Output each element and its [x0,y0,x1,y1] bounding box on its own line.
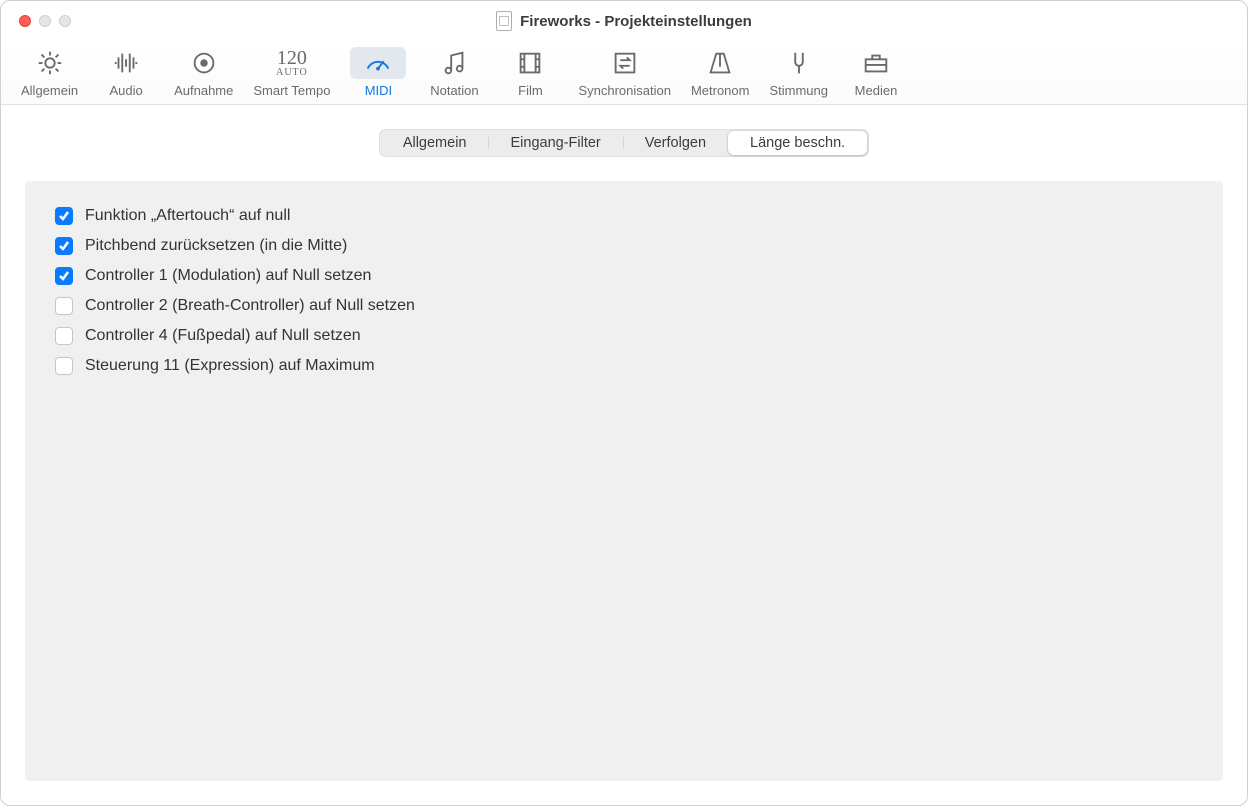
smart-tempo-bpm: 120 [276,48,308,68]
toolbar-label: Film [518,83,543,98]
subtab-clip[interactable]: Länge beschn. [728,131,867,155]
checkbox-ctrl4[interactable] [55,327,73,345]
toolbar-label: Stimmung [769,83,828,98]
gauge-icon [350,47,406,79]
subtab-chase[interactable]: Verfolgen [623,131,728,155]
window-title-text: Fireworks - Projekteinstellungen [520,13,752,30]
subtab-label: Allgemein [403,135,467,151]
checkbox-label: Steuerung 11 (Expression) auf Maximum [85,357,375,375]
toolbar-label: Smart Tempo [253,83,330,98]
waveform-icon [98,47,154,79]
close-button[interactable] [19,15,31,27]
record-icon [176,47,232,79]
minimize-button[interactable] [39,15,51,27]
toolbar-tempo[interactable]: 120AUTO Smart Tempo [253,47,330,98]
checkbox-pitchbend[interactable] [55,237,73,255]
traffic-lights [1,1,71,41]
checkbox-ctrl2[interactable] [55,297,73,315]
check-row-ctrl4: Controller 4 (Fußpedal) auf Null setzen [55,327,1193,345]
toolbar-media[interactable]: Medien [848,47,904,98]
checkbox-ctrl11[interactable] [55,357,73,375]
toolbar-label: Medien [855,83,898,98]
filmstrip-icon [502,47,558,79]
titlebar: Fireworks - Projekteinstellungen [1,1,1247,41]
toolbar: Allgemein Audio Aufnahme 120AUTO Smart Tempo… [1,41,1247,105]
toolbar-tuning[interactable]: Stimmung [769,47,828,98]
check-row-pitchbend: Pitchbend zurücksetzen (in die Mitte) [55,237,1193,255]
subtab-general[interactable]: Allgemein [381,131,489,155]
check-row-ctrl1: Controller 1 (Modulation) auf Null setze… [55,267,1193,285]
maximize-button[interactable] [59,15,71,27]
toolbar-metronome[interactable]: Metronom [691,47,750,98]
window: Fireworks - Projekteinstellungen Allgeme… [0,0,1248,806]
toolbar-label: Metronom [691,83,750,98]
toolbar-audio[interactable]: Audio [98,47,154,98]
toolbar-label: Allgemein [21,83,78,98]
sync-icon [597,47,653,79]
checkbox-label: Controller 2 (Breath-Controller) auf Nul… [85,297,415,315]
check-row-ctrl2: Controller 2 (Breath-Controller) auf Nul… [55,297,1193,315]
toolbar-record[interactable]: Aufnahme [174,47,233,98]
toolbar-midi[interactable]: MIDI [350,47,406,98]
subtab-label: Eingang-Filter [510,135,600,151]
tuning-fork-icon [771,47,827,79]
subtab-label: Verfolgen [645,135,706,151]
toolbar-label: Audio [109,83,142,98]
subtab-input[interactable]: Eingang-Filter [488,131,622,155]
checkbox-aftertouch[interactable] [55,207,73,225]
briefcase-icon [848,47,904,79]
checkbox-label: Pitchbend zurücksetzen (in die Mitte) [85,237,347,255]
toolbar-label: Notation [430,83,478,98]
toolbar-label: Synchronisation [578,83,671,98]
document-icon [496,11,512,31]
settings-panel: Funktion „Aftertouch“ auf null Pitchbend … [25,181,1223,781]
check-row-ctrl11: Steuerung 11 (Expression) auf Maximum [55,357,1193,375]
toolbar-notation[interactable]: Notation [426,47,482,98]
notes-icon [426,47,482,79]
toolbar-label: MIDI [365,83,392,98]
toolbar-sync[interactable]: Synchronisation [578,47,671,98]
window-title: Fireworks - Projekteinstellungen [496,11,752,31]
toolbar-label: Aufnahme [174,83,233,98]
checkbox-ctrl1[interactable] [55,267,73,285]
smart-tempo-icon: 120AUTO [264,47,320,79]
subtab-bar: Allgemein Eingang-Filter Verfolgen Länge be… [379,129,869,157]
toolbar-general[interactable]: Allgemein [21,47,78,98]
subtab-label: Länge beschn. [750,135,845,151]
metronome-icon [692,47,748,79]
check-row-aftertouch: Funktion „Aftertouch“ auf null [55,207,1193,225]
check-icon [58,270,70,282]
checkbox-label: Funktion „Aftertouch“ auf null [85,207,290,225]
checkbox-label: Controller 4 (Fußpedal) auf Null setzen [85,327,361,345]
smart-tempo-mode: AUTO [276,68,308,78]
check-icon [58,240,70,252]
content: Allgemein Eingang-Filter Verfolgen Länge be… [1,105,1247,805]
toolbar-film[interactable]: Film [502,47,558,98]
check-icon [58,210,70,222]
checkbox-label: Controller 1 (Modulation) auf Null setze… [85,267,371,285]
gear-icon [22,47,78,79]
